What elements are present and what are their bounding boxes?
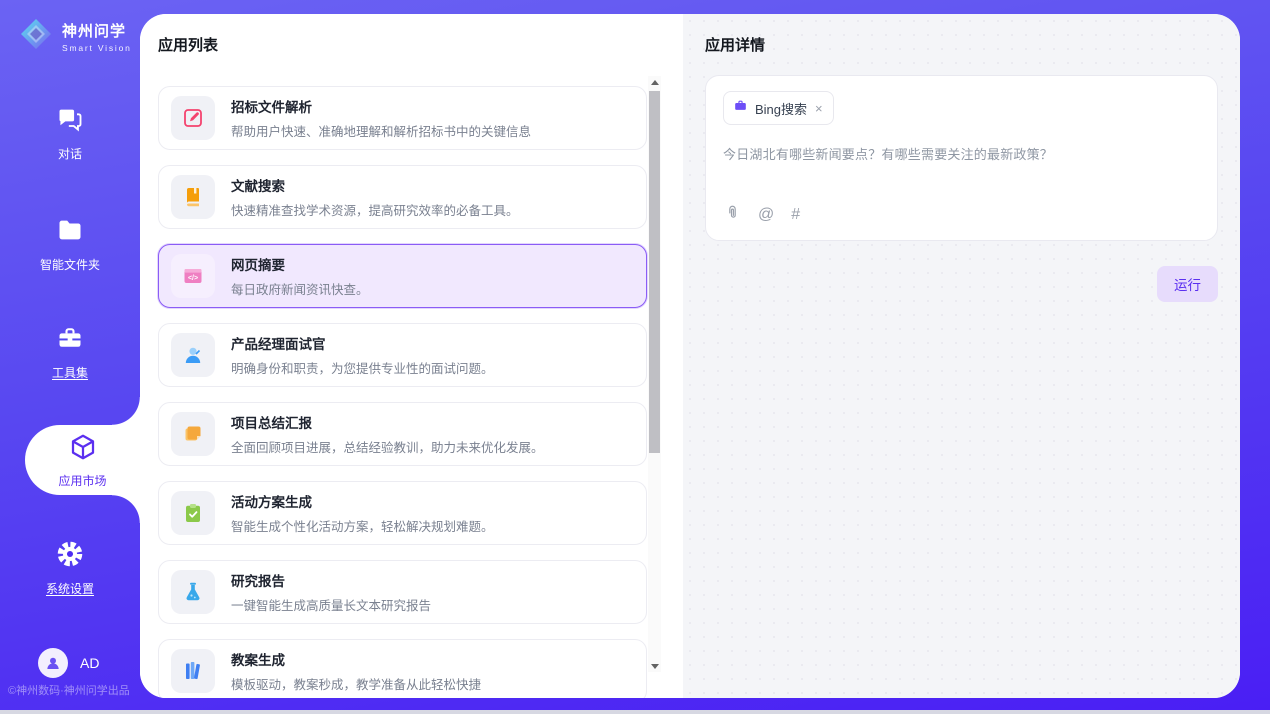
user-label: AD bbox=[80, 655, 99, 671]
app-desc: 快速精准查找学术资源，提高研究效率的必备工具。 bbox=[231, 200, 519, 219]
app-name: 文献搜索 bbox=[231, 175, 519, 195]
at-mention-icon[interactable]: @ bbox=[758, 207, 774, 223]
user-account[interactable]: AD bbox=[38, 648, 99, 678]
copyright-footer: ©神州数码·神州问学出品 bbox=[8, 682, 130, 698]
run-button[interactable]: 运行 bbox=[1157, 266, 1218, 302]
app-name: 项目总结汇报 bbox=[231, 412, 544, 432]
sidebar-item-smart-folder[interactable]: 智能文件夹 bbox=[0, 216, 140, 273]
app-card-web-summary[interactable]: </> 网页摘要 每日政府新闻资讯快查。 bbox=[158, 244, 647, 308]
tool-tag-bing-search[interactable]: Bing搜索 × bbox=[723, 91, 834, 125]
folder-icon bbox=[56, 216, 84, 249]
app-card-bid-parse[interactable]: 招标文件解析 帮助用户快速、准确地理解和解析招标书中的关键信息 bbox=[158, 86, 647, 150]
sidebar-item-label: 智能文件夹 bbox=[40, 256, 100, 273]
person-icon bbox=[171, 333, 215, 377]
sidebar-item-label: 应用市场 bbox=[58, 472, 106, 489]
clipboard-check-icon bbox=[171, 491, 215, 535]
run-row: 运行 bbox=[705, 266, 1218, 302]
scrollbar-thumb[interactable] bbox=[649, 91, 660, 453]
app-list-title: 应用列表 bbox=[158, 34, 683, 55]
app-desc: 明确身份和职责，为您提供专业性的面试问题。 bbox=[231, 358, 494, 377]
chat-icon bbox=[56, 105, 84, 138]
app-name: 活动方案生成 bbox=[231, 491, 494, 511]
sidebar-item-label: 对话 bbox=[58, 145, 82, 162]
app-desc: 全面回顾项目进展，总结经验教训，助力未来优化发展。 bbox=[231, 437, 544, 456]
sidebar-item-label: 系统设置 bbox=[46, 580, 94, 597]
brand-logo: 神州问学 Smart Vision bbox=[18, 16, 132, 57]
app-desc: 每日政府新闻资讯快查。 bbox=[231, 279, 369, 298]
app-name: 产品经理面试官 bbox=[231, 333, 494, 353]
app-name: 招标文件解析 bbox=[231, 96, 531, 116]
app-list-panel: 应用列表 招标文件解析 帮助用户快速、准确地理解和解析招标书中的关键信息 bbox=[140, 14, 683, 698]
sidebar-item-chat[interactable]: 对话 bbox=[0, 105, 140, 162]
browser-code-icon: </> bbox=[171, 254, 215, 298]
app-name: 教案生成 bbox=[231, 649, 481, 669]
briefcase-icon bbox=[733, 98, 748, 118]
app-name: 网页摘要 bbox=[231, 254, 369, 274]
edit-doc-icon bbox=[171, 96, 215, 140]
scroll-up-arrow-icon[interactable] bbox=[648, 76, 661, 88]
app-card-list: 招标文件解析 帮助用户快速、准确地理解和解析招标书中的关键信息 文献搜索 快速精… bbox=[158, 86, 647, 698]
flask-icon bbox=[171, 570, 215, 614]
brand-diamond-icon bbox=[18, 16, 54, 57]
app-card-lesson-plan[interactable]: 教案生成 模板驱动，教案秒成，教学准备从此轻松快捷 bbox=[158, 639, 647, 698]
app-card-literature-search[interactable]: 文献搜索 快速精准查找学术资源，提高研究效率的必备工具。 bbox=[158, 165, 647, 229]
toolbox-icon bbox=[56, 324, 84, 357]
app-card-event-plan[interactable]: 活动方案生成 智能生成个性化活动方案，轻松解决规划难题。 bbox=[158, 481, 647, 545]
close-icon[interactable]: × bbox=[814, 101, 824, 116]
gear-icon bbox=[56, 540, 84, 573]
app-name: 研究报告 bbox=[231, 570, 431, 590]
app-desc: 帮助用户快速、准确地理解和解析招标书中的关键信息 bbox=[231, 121, 531, 140]
tool-tag-label: Bing搜索 bbox=[755, 99, 807, 118]
sidebar-item-app-market[interactable]: 应用市场 bbox=[25, 425, 140, 495]
sidebar: 神州问学 Smart Vision 对话 智能文件夹 bbox=[0, 0, 140, 710]
content-frame: 应用列表 招标文件解析 帮助用户快速、准确地理解和解析招标书中的关键信息 bbox=[140, 14, 1240, 698]
app-card-research-report[interactable]: 研究报告 一键智能生成高质量长文本研究报告 bbox=[158, 560, 647, 624]
prompt-card[interactable]: Bing搜索 × 今日湖北有哪些新闻要点？有哪些需要关注的最新政策？ @ # bbox=[705, 75, 1218, 241]
svg-text:</>: </> bbox=[188, 275, 198, 282]
app-detail-title: 应用详情 bbox=[705, 34, 1218, 55]
app-desc: 一键智能生成高质量长文本研究报告 bbox=[231, 595, 431, 614]
prompt-toolbar: @ # bbox=[724, 204, 800, 226]
app-card-project-summary[interactable]: 项目总结汇报 全面回顾项目进展，总结经验教训，助力未来优化发展。 bbox=[158, 402, 647, 466]
sidebar-item-settings[interactable]: 系统设置 bbox=[0, 540, 140, 597]
app-desc: 模板驱动，教案秒成，教学准备从此轻松快捷 bbox=[231, 674, 481, 693]
paperclip-icon[interactable] bbox=[724, 204, 741, 226]
window-bottom-strip bbox=[0, 710, 1270, 714]
app-card-pm-interviewer[interactable]: 产品经理面试官 明确身份和职责，为您提供专业性的面试问题。 bbox=[158, 323, 647, 387]
app-list-scrollbar[interactable] bbox=[648, 78, 661, 670]
notes-icon bbox=[171, 412, 215, 456]
hash-topic-icon[interactable]: # bbox=[791, 207, 800, 223]
sidebar-item-label: 工具集 bbox=[52, 364, 88, 381]
sidebar-item-toolset[interactable]: 工具集 bbox=[0, 324, 140, 381]
scroll-down-arrow-icon[interactable] bbox=[648, 660, 661, 672]
brand-subtitle: Smart Vision bbox=[62, 43, 132, 53]
book-icon bbox=[171, 175, 215, 219]
cube-icon bbox=[68, 432, 98, 467]
app-detail-panel: 应用详情 Bing搜索 × 今日湖北有哪些新闻要点？有哪些需要关注的最新政策？ bbox=[683, 14, 1240, 698]
books-icon bbox=[171, 649, 215, 693]
query-text[interactable]: 今日湖北有哪些新闻要点？有哪些需要关注的最新政策？ bbox=[723, 144, 1200, 163]
avatar bbox=[38, 648, 68, 678]
app-desc: 智能生成个性化活动方案，轻松解决规划难题。 bbox=[231, 516, 494, 535]
brand-name: 神州问学 bbox=[62, 20, 132, 41]
